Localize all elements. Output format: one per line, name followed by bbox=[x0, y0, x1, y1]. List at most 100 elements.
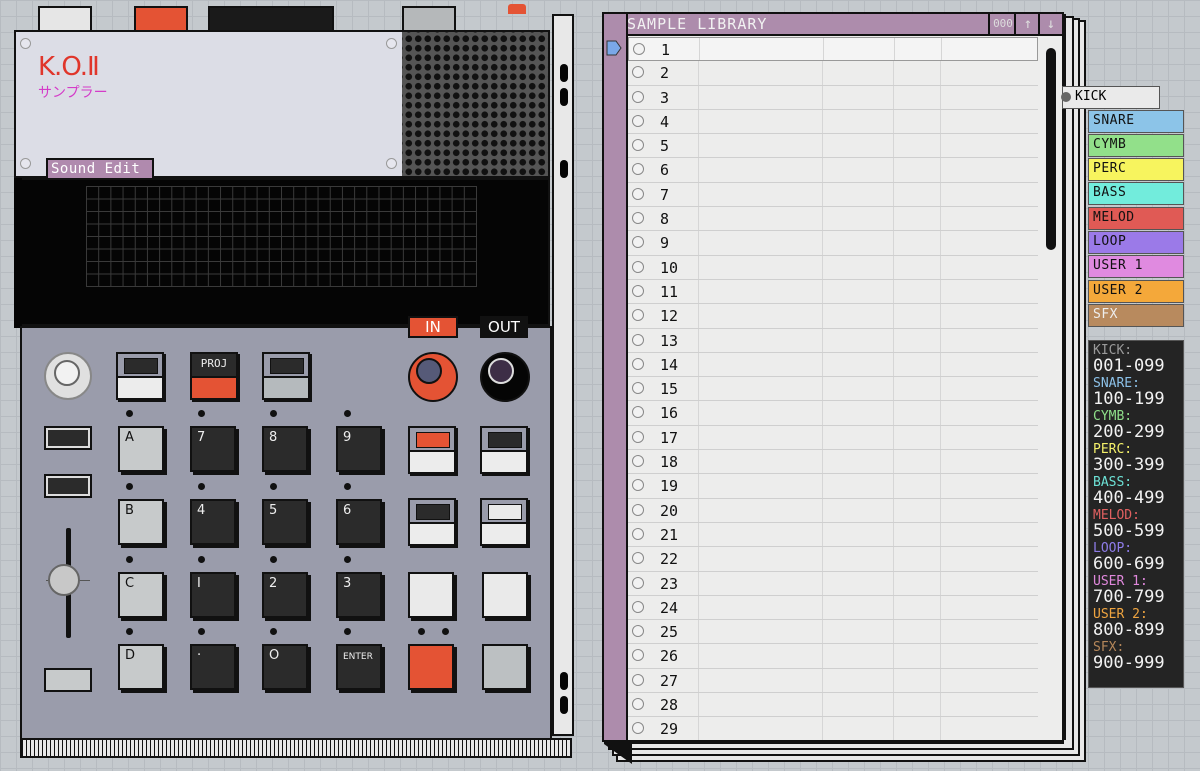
sample-row[interactable]: 20 bbox=[628, 498, 1038, 523]
sample-radio[interactable] bbox=[632, 236, 644, 249]
sample-row[interactable]: 13 bbox=[628, 328, 1038, 353]
sample-row[interactable]: 29 bbox=[628, 717, 1038, 742]
category-tab-cymb[interactable]: CYMB bbox=[1088, 134, 1184, 157]
sample-radio[interactable] bbox=[632, 139, 644, 152]
sample-row[interactable]: 1 bbox=[628, 37, 1038, 62]
sample-row[interactable]: 19 bbox=[628, 474, 1038, 499]
sample-radio[interactable] bbox=[632, 503, 644, 516]
sample-row[interactable]: 21 bbox=[628, 522, 1038, 548]
in-knob[interactable] bbox=[408, 352, 458, 402]
sample-radio[interactable] bbox=[632, 430, 644, 443]
sample-row[interactable]: 9 bbox=[628, 231, 1038, 256]
sample-radio[interactable] bbox=[632, 479, 644, 492]
sample-row[interactable]: 28 bbox=[628, 693, 1038, 718]
left-button-1[interactable] bbox=[44, 426, 92, 450]
sample-row[interactable]: 17 bbox=[628, 425, 1038, 451]
sample-row[interactable]: 5 bbox=[628, 134, 1038, 159]
sample-radio[interactable] bbox=[632, 90, 644, 103]
sample-row[interactable]: 24 bbox=[628, 595, 1038, 621]
category-tab-snare[interactable]: SNARE bbox=[1088, 110, 1184, 133]
sample-radio[interactable] bbox=[632, 187, 644, 200]
sample-radio[interactable] bbox=[632, 600, 644, 613]
right-key-4[interactable] bbox=[482, 644, 528, 690]
sample-radio[interactable] bbox=[632, 552, 644, 565]
key-a[interactable]: A bbox=[118, 426, 164, 472]
sample-radio[interactable] bbox=[633, 43, 645, 55]
right-key-2[interactable] bbox=[482, 572, 528, 618]
key-c[interactable]: C bbox=[118, 572, 164, 618]
left-button-2[interactable] bbox=[44, 474, 92, 498]
sample-radio[interactable] bbox=[632, 455, 644, 468]
sample-row[interactable]: 18 bbox=[628, 450, 1038, 475]
sample-radio[interactable] bbox=[632, 698, 644, 711]
sample-row[interactable]: 23 bbox=[628, 571, 1038, 596]
function-button-3[interactable] bbox=[262, 352, 310, 400]
right-button-4[interactable] bbox=[480, 498, 528, 546]
sample-row[interactable]: 27 bbox=[628, 668, 1038, 694]
key-0[interactable]: O bbox=[262, 644, 308, 690]
sample-radio[interactable] bbox=[632, 357, 644, 370]
key-d[interactable]: D bbox=[118, 644, 164, 690]
key-b[interactable]: B bbox=[118, 499, 164, 545]
sample-radio[interactable] bbox=[632, 284, 644, 297]
sample-radio[interactable] bbox=[632, 66, 644, 79]
right-key-1[interactable] bbox=[408, 572, 454, 618]
sample-row[interactable]: 3 bbox=[628, 85, 1038, 110]
key-2[interactable]: 2 bbox=[262, 572, 308, 618]
category-tab-sfx[interactable]: SFX bbox=[1088, 304, 1184, 327]
sample-row[interactable]: 16 bbox=[628, 401, 1038, 426]
key-1[interactable]: I bbox=[190, 572, 236, 618]
scroll-down-icon[interactable]: ↓ bbox=[1038, 14, 1062, 36]
sample-row[interactable]: 4 bbox=[628, 109, 1038, 135]
category-tab-kick[interactable]: KICK bbox=[1061, 86, 1160, 109]
key-5[interactable]: 5 bbox=[262, 499, 308, 545]
category-tab-user1[interactable]: USER 1 bbox=[1088, 255, 1184, 278]
key-3[interactable]: 3 bbox=[336, 572, 382, 618]
sample-radio[interactable] bbox=[632, 673, 644, 686]
sample-radio[interactable] bbox=[632, 333, 644, 346]
category-tab-melod[interactable]: MELOD bbox=[1088, 207, 1184, 230]
volume-knob[interactable] bbox=[44, 352, 92, 400]
sample-row[interactable]: 6 bbox=[628, 158, 1038, 183]
pitch-slider-handle[interactable] bbox=[48, 564, 80, 596]
left-button-3[interactable] bbox=[44, 668, 92, 692]
sample-row[interactable]: 14 bbox=[628, 352, 1038, 378]
sample-row[interactable]: 12 bbox=[628, 304, 1038, 329]
sample-row[interactable]: 22 bbox=[628, 547, 1038, 572]
key-4[interactable]: 4 bbox=[190, 499, 236, 545]
function-button-1[interactable] bbox=[116, 352, 164, 400]
right-button-1[interactable] bbox=[408, 426, 456, 474]
key-8[interactable]: 8 bbox=[262, 426, 308, 472]
sample-radio[interactable] bbox=[632, 382, 644, 395]
proj-button[interactable]: PROJ bbox=[190, 352, 238, 400]
sample-radio[interactable] bbox=[632, 309, 644, 322]
category-tab-loop[interactable]: LOOP bbox=[1088, 231, 1184, 254]
category-tab-perc[interactable]: PERC bbox=[1088, 158, 1184, 181]
sample-row[interactable]: 26 bbox=[628, 644, 1038, 669]
sample-radio[interactable] bbox=[632, 212, 644, 225]
scroll-up-icon[interactable]: ↑ bbox=[1014, 14, 1040, 36]
sample-radio[interactable] bbox=[632, 576, 644, 589]
key-6[interactable]: 6 bbox=[336, 499, 382, 545]
sample-row[interactable]: 15 bbox=[628, 377, 1038, 402]
right-button-3[interactable] bbox=[408, 498, 456, 546]
sample-row[interactable]: 7 bbox=[628, 182, 1038, 208]
key-9[interactable]: 9 bbox=[336, 426, 382, 472]
sample-radio[interactable] bbox=[632, 260, 644, 273]
library-scrollbar[interactable] bbox=[1046, 48, 1056, 250]
sample-row[interactable]: 2 bbox=[628, 61, 1038, 86]
key-dot[interactable]: · bbox=[190, 644, 236, 690]
sample-radio[interactable] bbox=[632, 649, 644, 662]
sample-radio[interactable] bbox=[632, 163, 644, 176]
key-enter[interactable]: ENTER bbox=[336, 644, 382, 690]
sample-radio[interactable] bbox=[632, 114, 644, 127]
right-key-3[interactable] bbox=[408, 644, 454, 690]
sample-row[interactable]: 10 bbox=[628, 255, 1038, 280]
sample-radio[interactable] bbox=[632, 625, 644, 638]
category-tab-user2[interactable]: USER 2 bbox=[1088, 280, 1184, 303]
sample-radio[interactable] bbox=[632, 722, 644, 735]
key-7[interactable]: 7 bbox=[190, 426, 236, 472]
sample-row[interactable]: 11 bbox=[628, 279, 1038, 305]
category-tab-bass[interactable]: BASS bbox=[1088, 182, 1184, 205]
right-button-2[interactable] bbox=[480, 426, 528, 474]
